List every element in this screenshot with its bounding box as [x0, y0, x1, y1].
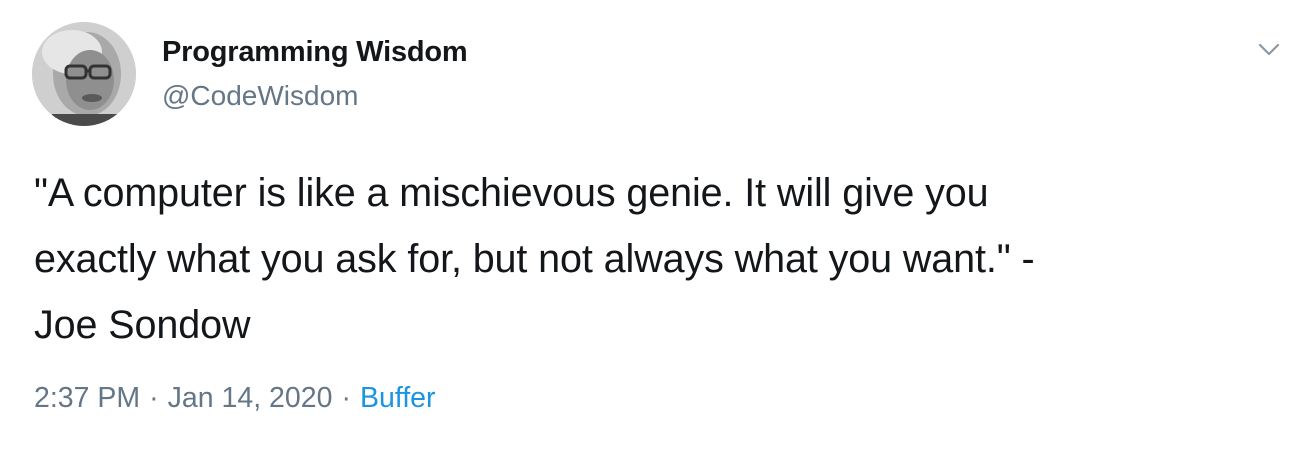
tweet-time[interactable]: 2:37 PM: [34, 382, 140, 414]
tweet-metadata: 2:37 PM · Jan 14, 2020 · Buffer: [34, 382, 435, 415]
tweet-date[interactable]: Jan 14, 2020: [168, 382, 333, 414]
avatar-portrait-image: [32, 22, 136, 126]
chevron-down-icon: [1258, 43, 1280, 56]
meta-separator: ·: [149, 382, 159, 414]
author-handle[interactable]: @CodeWisdom: [162, 80, 358, 112]
tweet-card: Programming Wisdom @CodeWisdom "A comput…: [0, 0, 1300, 452]
tweet-text-line: "A computer is like a mischievous genie.…: [34, 171, 989, 215]
author-display-name[interactable]: Programming Wisdom: [162, 36, 468, 69]
tweet-menu-button[interactable]: [1256, 36, 1282, 62]
tweet-text: "A computer is like a mischievous genie.…: [34, 160, 1274, 358]
tweet-source-link[interactable]: Buffer: [360, 382, 436, 414]
meta-separator: ·: [341, 382, 351, 414]
tweet-text-line: exactly what you ask for, but not always…: [34, 237, 1035, 281]
tweet-text-line: Joe Sondow: [34, 303, 251, 347]
avatar[interactable]: [32, 22, 136, 126]
